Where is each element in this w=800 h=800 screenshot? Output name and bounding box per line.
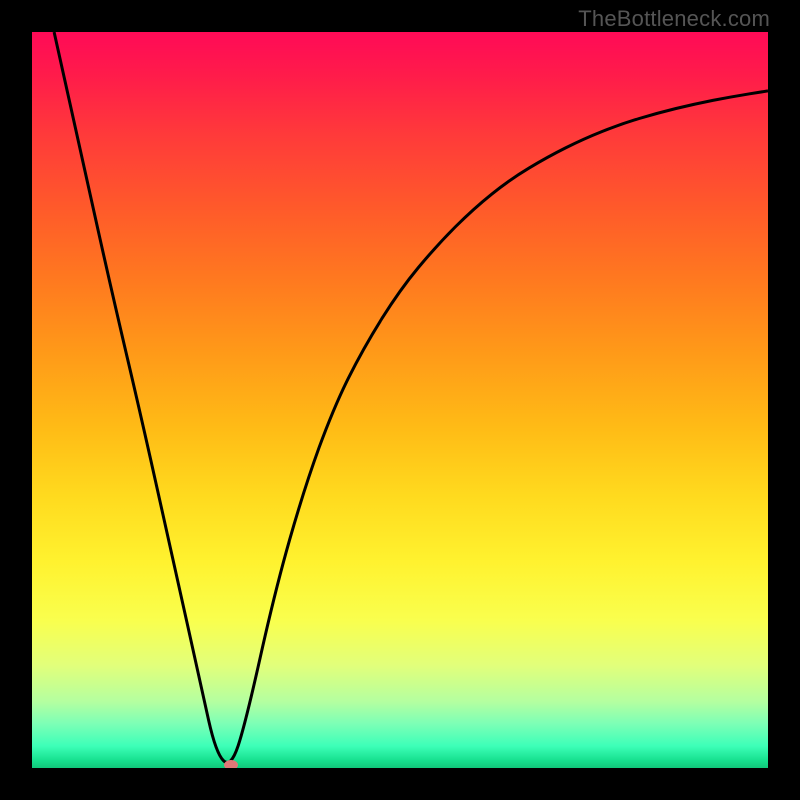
watermark-text: TheBottleneck.com (578, 6, 770, 32)
curve-svg (32, 32, 768, 768)
chart-frame: TheBottleneck.com (0, 0, 800, 800)
plot-area (32, 32, 768, 768)
min-marker-icon (224, 760, 238, 768)
bottleneck-curve (54, 32, 768, 762)
